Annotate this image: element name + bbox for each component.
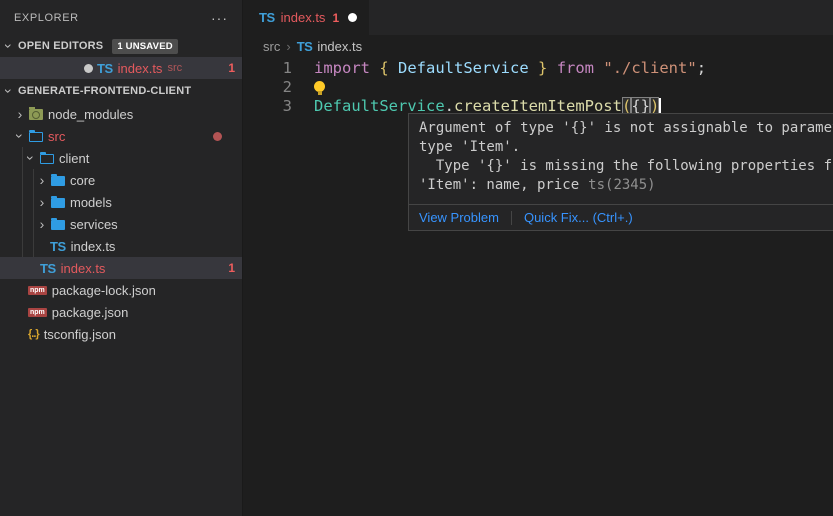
error-dot-icon [213, 132, 222, 141]
tree-item-label: tsconfig.json [44, 327, 116, 342]
chevron-right-icon[interactable]: › [37, 175, 47, 185]
chevron-down-icon[interactable]: › [4, 41, 14, 51]
npm-icon: npm [28, 308, 47, 317]
breadcrumb-folder[interactable]: src [263, 39, 280, 54]
unsaved-badge: 1 UNSAVED [112, 39, 177, 54]
npm-icon: npm [28, 286, 47, 295]
tree-item-label: models [70, 195, 112, 210]
editor-area: TS index.ts 1 src › TS index.ts 1 import … [244, 0, 833, 516]
tree-item-client[interactable]: › client [0, 147, 242, 169]
code-token: import [314, 59, 370, 77]
open-folder-icon [40, 154, 54, 164]
problems-count-badge: 1 [228, 61, 235, 75]
typescript-icon: TS [297, 39, 313, 54]
code-token: from [557, 59, 594, 77]
tree-item-tsconfig-json[interactable]: {..} tsconfig.json [0, 323, 242, 345]
code-token: } [538, 59, 547, 77]
open-folder-icon [29, 132, 43, 142]
more-actions-icon[interactable]: ··· [211, 15, 228, 21]
tree-item-core[interactable]: › core [0, 169, 242, 191]
code-line-1[interactable]: 1 import { DefaultService } from "./clien… [244, 59, 833, 78]
explorer-sidebar: EXPLORER ··· › OPEN EDITORS 1 UNSAVED TS… [0, 0, 243, 516]
tree-item-label: index.ts [71, 239, 116, 254]
typescript-icon: TS [50, 239, 66, 254]
tree-item-node-modules[interactable]: › node_modules [0, 103, 242, 125]
tree-item-models[interactable]: › models [0, 191, 242, 213]
code-token: ; [697, 59, 706, 77]
error-message-line: 'Item': name, price ts(2345) [419, 176, 833, 195]
workspace-root-header[interactable]: › GENERATE-FRONTEND-CLIENT [0, 79, 242, 103]
folder-icon [51, 176, 65, 186]
code-token: DefaultService [389, 59, 538, 77]
line-number: 2 [244, 78, 292, 97]
tab-index-ts[interactable]: TS index.ts 1 [244, 0, 369, 35]
folder-icon [51, 198, 65, 208]
open-editors-header[interactable]: › OPEN EDITORS 1 UNSAVED [0, 35, 242, 57]
tree-item-package-lock-json[interactable]: npm package-lock.json [0, 279, 242, 301]
tooltip-actions: View Problem Quick Fix... (Ctrl+.) [409, 204, 833, 230]
json-config-icon: {..} [28, 328, 39, 340]
code-editor[interactable]: 1 import { DefaultService } from "./clien… [244, 57, 833, 116]
chevron-down-icon[interactable]: › [4, 86, 14, 96]
tree-item-label: package-lock.json [52, 283, 156, 298]
chevron-right-icon[interactable]: › [15, 109, 25, 119]
actions-divider [511, 211, 512, 225]
code-token: { [379, 59, 388, 77]
open-editor-item-index-ts[interactable]: TS index.ts src 1 [0, 57, 242, 79]
open-editor-filename: index.ts [118, 61, 163, 76]
error-code: ts(2345) [588, 177, 655, 193]
code-token: "./client" [603, 59, 696, 77]
workspace-root-label: GENERATE-FRONTEND-CLIENT [18, 85, 191, 97]
error-message-line: type 'Item'. [419, 138, 833, 157]
open-editor-folder-hint: src [167, 62, 182, 74]
code-line-2[interactable]: 2 [244, 78, 833, 97]
tree-item-label: package.json [52, 305, 129, 320]
quick-fix-lightbulb-icon[interactable] [314, 81, 325, 92]
tree-item-src-index-ts[interactable]: TS index.ts 1 [0, 257, 242, 279]
error-message-text: 'Item': name, price [419, 177, 579, 193]
tab-problems-count: 1 [332, 11, 339, 25]
tree-item-src[interactable]: › src [0, 125, 242, 147]
error-message-line: Argument of type '{}' is not assignable … [419, 119, 833, 138]
tab-bar: TS index.ts 1 [244, 0, 833, 35]
tab-label: index.ts [281, 10, 326, 25]
code-token [594, 59, 603, 77]
breadcrumb-file[interactable]: index.ts [317, 39, 362, 54]
error-message: Argument of type '{}' is not assignable … [409, 114, 833, 204]
typescript-icon: TS [97, 61, 113, 76]
folder-icon [51, 220, 65, 230]
code-token [370, 59, 379, 77]
error-message-line: Type '{}' is missing the following prope… [419, 157, 833, 176]
tree-item-services[interactable]: › services [0, 213, 242, 235]
unsaved-dot-icon[interactable] [348, 13, 357, 22]
typescript-icon: TS [40, 261, 56, 276]
quick-fix-link[interactable]: Quick Fix... (Ctrl+.) [524, 210, 633, 225]
tree-item-label: index.ts [61, 261, 106, 276]
open-editors-label: OPEN EDITORS [18, 40, 103, 52]
breadcrumb-separator-icon: › [286, 39, 290, 54]
tree-item-package-json[interactable]: npm package.json [0, 301, 242, 323]
node-modules-folder-icon [29, 109, 43, 120]
problems-count-badge: 1 [228, 261, 235, 275]
file-tree: › node_modules › src › client › core › m… [0, 103, 242, 345]
tree-item-label: node_modules [48, 107, 133, 122]
error-hover-tooltip: Argument of type '{}' is not assignable … [408, 113, 833, 231]
tree-item-label: src [48, 129, 65, 144]
breadcrumb: src › TS index.ts [244, 35, 833, 57]
tree-item-client-index-ts[interactable]: TS index.ts [0, 235, 242, 257]
view-problem-link[interactable]: View Problem [419, 210, 499, 225]
tree-item-label: core [70, 173, 95, 188]
typescript-icon: TS [259, 10, 275, 25]
explorer-title: EXPLORER [14, 12, 79, 24]
chevron-down-icon[interactable]: › [26, 153, 36, 163]
line-number: 3 [244, 97, 292, 116]
modified-dot-icon[interactable] [84, 64, 93, 73]
chevron-down-icon[interactable]: › [15, 131, 25, 141]
line-number: 1 [244, 59, 292, 78]
code-token [547, 59, 556, 77]
tree-item-label: client [59, 151, 89, 166]
chevron-right-icon[interactable]: › [37, 219, 47, 229]
chevron-right-icon[interactable]: › [37, 197, 47, 207]
tree-item-label: services [70, 217, 118, 232]
